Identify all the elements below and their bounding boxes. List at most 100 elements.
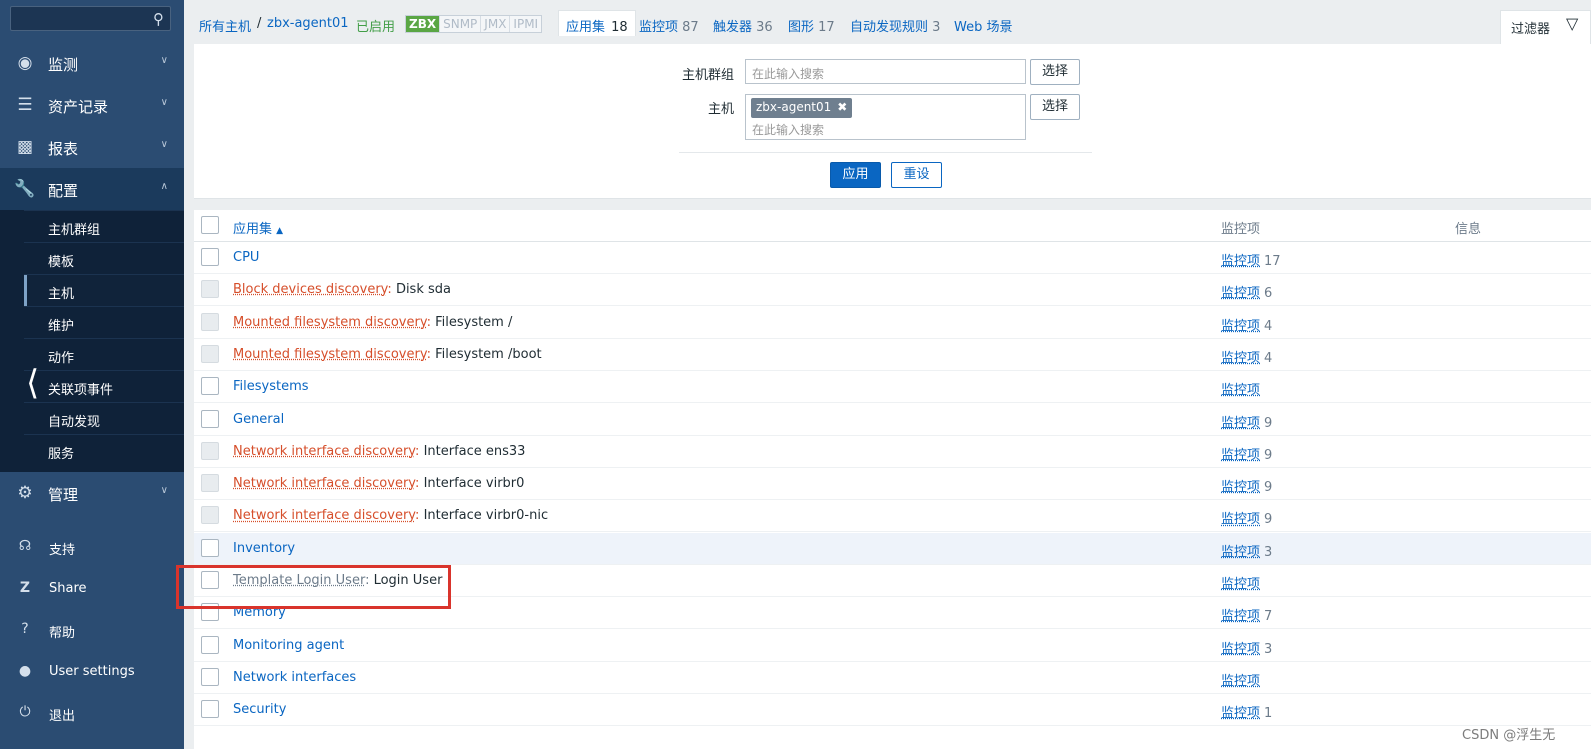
- sidebar-item-event-correlation[interactable]: 关联项事件: [24, 370, 184, 402]
- row-checkbox[interactable]: [201, 248, 219, 266]
- items-count: 4: [1264, 350, 1273, 366]
- sidebar-share[interactable]: Z Share: [0, 570, 184, 608]
- application-name-link[interactable]: Monitoring agent: [233, 638, 344, 653]
- template-separator: :: [387, 282, 396, 298]
- breadcrumb-host[interactable]: zbx-agent01: [267, 16, 349, 31]
- apply-button[interactable]: 应用: [830, 162, 881, 188]
- items-count: 4: [1264, 318, 1273, 334]
- template-link[interactable]: Mounted filesystem discovery: [233, 347, 427, 362]
- items-link[interactable]: 监控项: [1221, 448, 1260, 463]
- items-link[interactable]: 监控项: [1221, 512, 1260, 527]
- tab-triggers[interactable]: 触发器 36: [713, 16, 773, 35]
- template-separator: :: [426, 346, 436, 362]
- sidebar-item-label: 服务: [48, 447, 75, 462]
- configuration-submenu: 主机群组 模板 主机 维护 动作 关联项事件 自动发现 服务: [0, 210, 184, 472]
- reset-button[interactable]: 重设: [891, 162, 942, 188]
- breadcrumb-all-hosts[interactable]: 所有主机: [199, 16, 251, 35]
- row-checkbox[interactable]: [201, 344, 219, 363]
- template-link[interactable]: Network interface discovery: [233, 508, 415, 523]
- menu-configuration[interactable]: 🔧 配置 ∧: [0, 168, 184, 210]
- items-link[interactable]: 监控项: [1221, 351, 1260, 366]
- sidebar-item-host-groups[interactable]: 主机群组: [24, 210, 184, 242]
- row-checkbox[interactable]: [201, 280, 219, 299]
- select-all-checkbox[interactable]: [201, 216, 219, 234]
- application-name-link[interactable]: General: [233, 412, 284, 427]
- host-multiselect-input[interactable]: zbx-agent01 ✖ 在此输入搜索: [745, 94, 1026, 140]
- sidebar-help[interactable]: ? 帮助: [0, 611, 184, 649]
- sidebar-item-maintenance[interactable]: 维护: [24, 306, 184, 338]
- row-checkbox[interactable]: [201, 506, 219, 525]
- tab-graphs[interactable]: 图形 17: [788, 16, 835, 35]
- host-select-button[interactable]: 选择: [1030, 94, 1080, 120]
- tab-discovery-rules[interactable]: 自动发现规则 3: [850, 16, 940, 35]
- items-link[interactable]: 监控项: [1221, 319, 1260, 334]
- tab-items[interactable]: 监控项 87: [639, 16, 699, 35]
- items-link[interactable]: 监控项: [1221, 674, 1260, 689]
- menu-inventory[interactable]: ☰ 资产记录 ∨: [0, 84, 184, 126]
- sidebar-logout[interactable]: ⏻ 退出: [0, 694, 184, 732]
- application-name-link[interactable]: Network interfaces: [233, 670, 356, 685]
- row-checkbox[interactable]: [201, 538, 219, 557]
- template-link[interactable]: Network interface discovery: [233, 444, 415, 459]
- items-cell: 监控项 4: [1221, 315, 1272, 334]
- items-link[interactable]: 监控项: [1221, 480, 1260, 495]
- host-status-enabled[interactable]: 已启用: [356, 16, 395, 35]
- sidebar-item-actions[interactable]: 动作: [24, 338, 184, 370]
- row-checkbox[interactable]: [201, 474, 219, 493]
- menu-monitoring[interactable]: ◉ 监测 ∨: [0, 42, 184, 84]
- application-name-link[interactable]: Inventory: [233, 541, 295, 556]
- items-link[interactable]: 监控项: [1221, 254, 1260, 269]
- tab-web-scenarios[interactable]: Web 场景: [954, 16, 1012, 35]
- items-link[interactable]: 监控项: [1221, 545, 1260, 560]
- application-name-cell: General: [233, 412, 284, 427]
- sidebar-item-services[interactable]: 服务: [24, 434, 184, 466]
- row-checkbox[interactable]: [201, 635, 219, 654]
- items-link[interactable]: 监控项: [1221, 642, 1260, 657]
- application-name: Interface virbr0-nic: [423, 508, 549, 524]
- items-link[interactable]: 监控项: [1221, 609, 1260, 624]
- items-link[interactable]: 监控项: [1221, 577, 1260, 592]
- template-link[interactable]: Mounted filesystem discovery: [233, 315, 427, 330]
- menu-reports[interactable]: ▩ 报表 ∨: [0, 126, 184, 168]
- menu-reports-label: 报表: [48, 140, 79, 158]
- sidebar-item-templates[interactable]: 模板: [24, 242, 184, 274]
- jmx-badge: JMX: [481, 16, 511, 32]
- sidebar-item-hosts[interactable]: 主机: [24, 274, 184, 307]
- items-link[interactable]: 监控项: [1221, 383, 1260, 398]
- tab-count: 3: [932, 20, 941, 35]
- menu-administration-label: 管理: [48, 486, 79, 504]
- host-group-label: 主机群组: [681, 68, 734, 83]
- application-name-link[interactable]: CPU: [233, 250, 259, 265]
- row-checkbox[interactable]: [201, 312, 219, 331]
- items-link[interactable]: 监控项: [1221, 706, 1260, 721]
- host-group-select-button[interactable]: 选择: [1030, 59, 1080, 85]
- row-checkbox[interactable]: [201, 409, 219, 428]
- host-group-search-input[interactable]: 在此输入搜索: [745, 59, 1026, 84]
- application-name-link[interactable]: Filesystems: [233, 379, 309, 394]
- sidebar-support[interactable]: ☊ 支持: [0, 528, 184, 566]
- template-link[interactable]: Network interface discovery: [233, 476, 415, 491]
- template-link[interactable]: Block devices discovery: [233, 282, 387, 297]
- row-checkbox[interactable]: [201, 700, 219, 719]
- sidebar-user-settings[interactable]: ● User settings: [0, 653, 184, 691]
- sidebar-search-input[interactable]: ⚲: [10, 6, 171, 31]
- close-icon[interactable]: ✖: [837, 100, 847, 114]
- items-link[interactable]: 监控项: [1221, 286, 1260, 301]
- sidebar-item-discovery[interactable]: 自动发现: [24, 402, 184, 434]
- list-icon: ☰: [17, 95, 33, 115]
- row-checkbox[interactable]: [201, 441, 219, 460]
- application-name: Filesystem /boot: [435, 346, 542, 362]
- items-link[interactable]: 监控项: [1221, 416, 1260, 431]
- filter-toggle-tab[interactable]: 过滤器 ▽: [1500, 10, 1591, 45]
- row-checkbox[interactable]: [201, 667, 219, 686]
- row-checkbox[interactable]: [201, 377, 219, 396]
- application-name-link[interactable]: Security: [233, 702, 286, 717]
- search-icon[interactable]: ⚲: [153, 10, 164, 28]
- tab-applications[interactable]: 应用集 18: [558, 10, 636, 36]
- chevron-left-icon[interactable]: ⟨: [26, 366, 39, 400]
- menu-administration[interactable]: ⚙ 管理 ∨: [0, 472, 184, 514]
- items-count: 3: [1264, 544, 1273, 560]
- column-name-header[interactable]: 应用集 ▲: [233, 218, 283, 237]
- breadcrumb-separator: /: [257, 16, 262, 31]
- table-row: Filesystems 监控项: [194, 371, 1591, 404]
